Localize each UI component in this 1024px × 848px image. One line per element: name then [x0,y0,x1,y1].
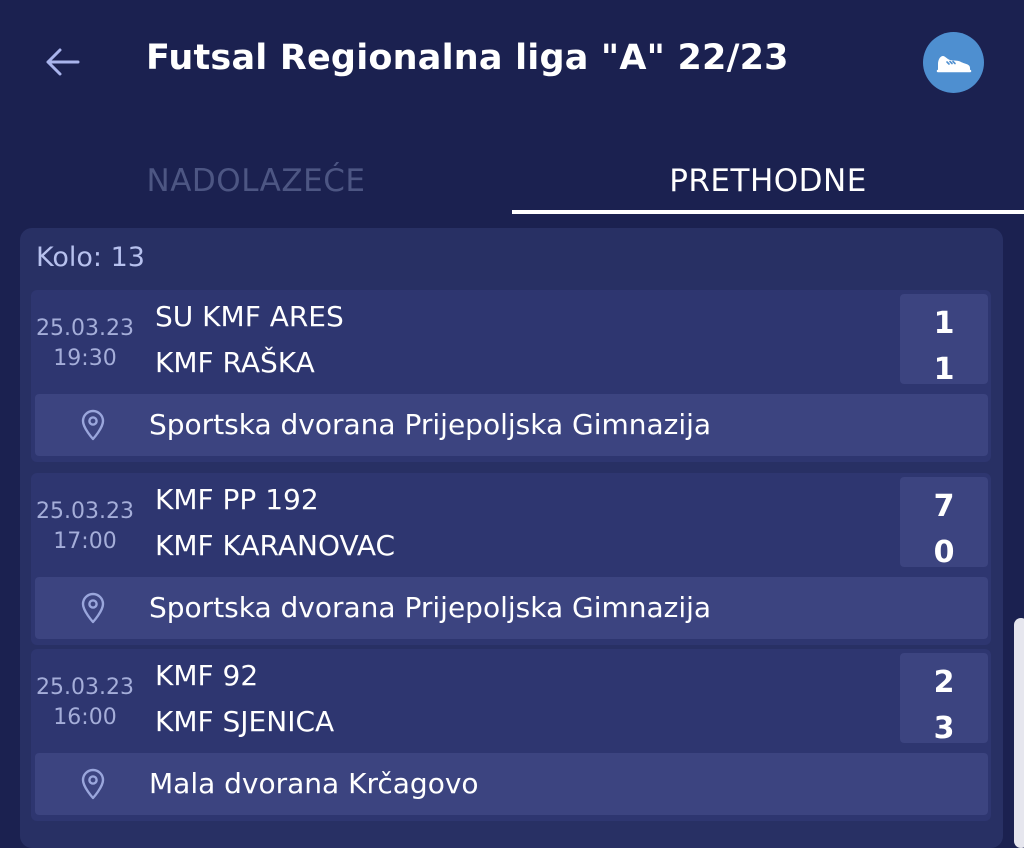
match-time: 19:30 [53,346,117,371]
home-team: KMF PP 192 [155,483,319,516]
match-datetime: 25.03.23 17:00 [29,497,141,557]
away-team: KMF SJENICA [155,705,335,738]
venue-bar[interactable]: Sportska dvorana Prijepoljska Gimnazija [35,394,988,456]
location-pin-icon [81,409,105,441]
away-team: KMF RAŠKA [155,346,315,379]
app-header: Futsal Regionalna liga "A" 22/23 [0,0,1024,130]
venue-name: Mala dvorana Krčagovo [149,767,479,800]
active-tab-indicator [512,210,1024,214]
location-pin-icon [81,768,105,800]
home-team: KMF 92 [155,659,259,692]
match-card[interactable]: 25.03.23 19:30 SU KMF ARES KMF RAŠKA 1 1… [31,290,991,462]
away-score: 1 [933,352,955,387]
tab-upcoming[interactable]: NADOLAZEĆE [0,150,512,212]
sneaker-icon [936,55,971,72]
score-box: 1 1 [900,294,988,387]
match-date: 25.03.23 [36,316,134,341]
venue-bar[interactable]: Mala dvorana Krčagovo [35,753,988,815]
match-date: 25.03.23 [36,499,134,524]
arrow-left-icon [46,48,80,76]
match-time: 16:00 [53,705,117,730]
page-title: Futsal Regionalna liga "A" 22/23 [146,38,789,78]
sport-button[interactable] [923,32,984,93]
away-score: 3 [933,711,955,746]
venue-name: Sportska dvorana Prijepoljska Gimnazija [149,408,712,441]
venue-bar[interactable]: Sportska dvorana Prijepoljska Gimnazija [35,577,988,639]
home-score: 2 [933,665,955,700]
home-score: 1 [933,306,955,341]
match-time: 17:00 [53,529,117,554]
home-team: SU KMF ARES [155,300,344,333]
tab-bar: NADOLAZEĆE PRETHODNE [0,150,1024,220]
tab-previous[interactable]: PRETHODNE [512,150,1024,212]
score-box: 2 3 [900,653,988,746]
back-button[interactable] [40,40,84,84]
location-pin-icon [81,592,105,624]
match-card[interactable]: 25.03.23 17:00 KMF PP 192 KMF KARANOVAC … [31,473,991,645]
home-score: 7 [933,489,955,524]
scrollbar-handle[interactable] [1014,618,1024,848]
away-team: KMF KARANOVAC [155,529,396,562]
match-card[interactable]: 25.03.23 16:00 KMF 92 KMF SJENICA 2 3 Ma… [31,649,991,821]
match-datetime: 25.03.23 19:30 [29,314,141,374]
match-datetime: 25.03.23 16:00 [29,673,141,733]
round-card: Kolo: 13 25.03.23 19:30 SU KMF ARES KMF … [20,228,1003,848]
score-box: 7 0 [900,477,988,570]
venue-name: Sportska dvorana Prijepoljska Gimnazija [149,591,712,624]
away-score: 0 [933,535,955,570]
round-label: Kolo: 13 [36,242,145,273]
match-date: 25.03.23 [36,675,134,700]
